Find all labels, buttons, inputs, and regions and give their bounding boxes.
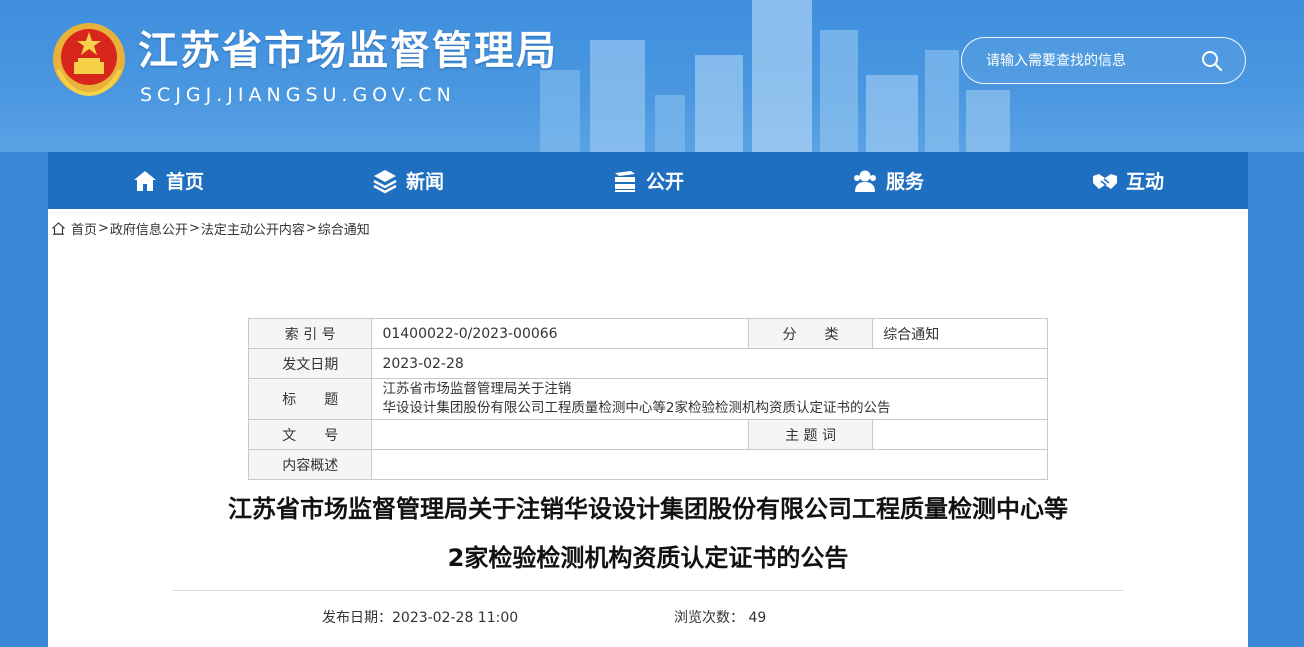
- breadcrumb: 首页 > 政府信息公开 > 法定主动公开内容 > 综合通知: [52, 219, 370, 238]
- view-count-label: 浏览次数：: [674, 610, 744, 626]
- view-count-value: 49: [748, 610, 767, 626]
- national-emblem-logo: [53, 23, 125, 97]
- summary-value: [371, 449, 1048, 480]
- nav-item-home[interactable]: 首页: [48, 152, 288, 209]
- site-domain: SCJGJ.JIANGSU.GOV.CN: [140, 84, 456, 106]
- nav-item-label: 服务: [885, 171, 924, 193]
- keywords-label: 主 题 词: [747, 419, 874, 450]
- home-icon: [52, 222, 65, 235]
- main-nav: 首页 新闻 公开 服务 互动: [48, 152, 1248, 209]
- breadcrumb-separator: >: [188, 221, 200, 236]
- city-skyline-graphic: [540, 0, 1010, 152]
- title-value-line: 华设设计集团股份有限公司工程质量检测中心等2家检验检测机构资质认定证书的公告: [382, 400, 891, 416]
- search-input[interactable]: [984, 38, 1188, 84]
- breadcrumb-statutory[interactable]: 法定主动公开内容: [201, 219, 305, 238]
- breadcrumb-separator: >: [305, 221, 317, 236]
- breadcrumb-home[interactable]: 首页: [71, 219, 97, 238]
- nav-item-service[interactable]: 服务: [768, 152, 1008, 209]
- index-value: 01400022-0/2023-00066: [371, 318, 749, 349]
- publish-date: 发布日期：2023-02-28 11:00: [322, 607, 518, 627]
- content-panel: 首页 > 政府信息公开 > 法定主动公开内容 > 综合通知 索 引 号 0140…: [48, 209, 1248, 647]
- publish-date-value: 2023-02-28 11:00: [392, 610, 519, 626]
- breadcrumb-separator: >: [98, 221, 109, 236]
- nav-item-open[interactable]: 公开: [528, 152, 768, 209]
- date-value: 2023-02-28: [371, 348, 1048, 379]
- nav-item-label: 首页: [165, 171, 204, 193]
- nav-item-label: 公开: [645, 171, 684, 193]
- handshake-icon: [1092, 173, 1117, 189]
- title-value: 江苏省市场监督管理局关于注销 华设设计集团股份有限公司工程质量检测中心等2家检验…: [371, 378, 1048, 420]
- nav-item-label: 互动: [1125, 171, 1164, 193]
- breadcrumb-gov-info[interactable]: 政府信息公开: [110, 219, 188, 238]
- layers-icon: [373, 169, 397, 193]
- keywords-value: [872, 419, 1048, 450]
- article-title-line: 2家检验检测机构资质认定证书的公告: [447, 544, 849, 572]
- search-icon[interactable]: [1201, 50, 1223, 72]
- nav-item-label: 新闻: [405, 171, 444, 193]
- date-label: 发文日期: [247, 348, 373, 379]
- docno-label: 文 号: [247, 419, 373, 450]
- title-value-line: 江苏省市场监督管理局关于注销: [382, 381, 572, 397]
- breadcrumb-notices[interactable]: 综合通知: [318, 219, 370, 238]
- document-meta-table: 索 引 号 01400022-0/2023-00066 分 类 综合通知 发文日…: [247, 318, 1048, 480]
- users-icon: [853, 170, 876, 192]
- index-label: 索 引 号: [247, 318, 373, 349]
- category-label: 分 类: [747, 318, 874, 349]
- docno-value: [371, 419, 749, 450]
- home-icon: [133, 170, 156, 191]
- category-value: 综合通知: [872, 318, 1048, 349]
- publish-date-label: 发布日期：: [322, 610, 392, 626]
- site-header: 江苏省市场监督管理局 SCJGJ.JIANGSU.GOV.CN: [0, 0, 1304, 152]
- article-title-line: 江苏省市场监督管理局关于注销华设设计集团股份有限公司工程质量检测中心等: [228, 495, 1068, 523]
- divider: [172, 590, 1124, 591]
- title-label: 标 题: [247, 378, 373, 420]
- books-icon: [614, 170, 635, 192]
- article-title: 江苏省市场监督管理局关于注销华设设计集团股份有限公司工程质量检测中心等 2家检验…: [168, 485, 1128, 583]
- summary-label: 内容概述: [247, 449, 373, 480]
- site-title: 江苏省市场监督管理局: [138, 28, 558, 74]
- view-count: 浏览次数： 49: [674, 607, 766, 627]
- search-box: [961, 37, 1246, 84]
- nav-item-interact[interactable]: 互动: [1008, 152, 1248, 209]
- nav-item-news[interactable]: 新闻: [288, 152, 528, 209]
